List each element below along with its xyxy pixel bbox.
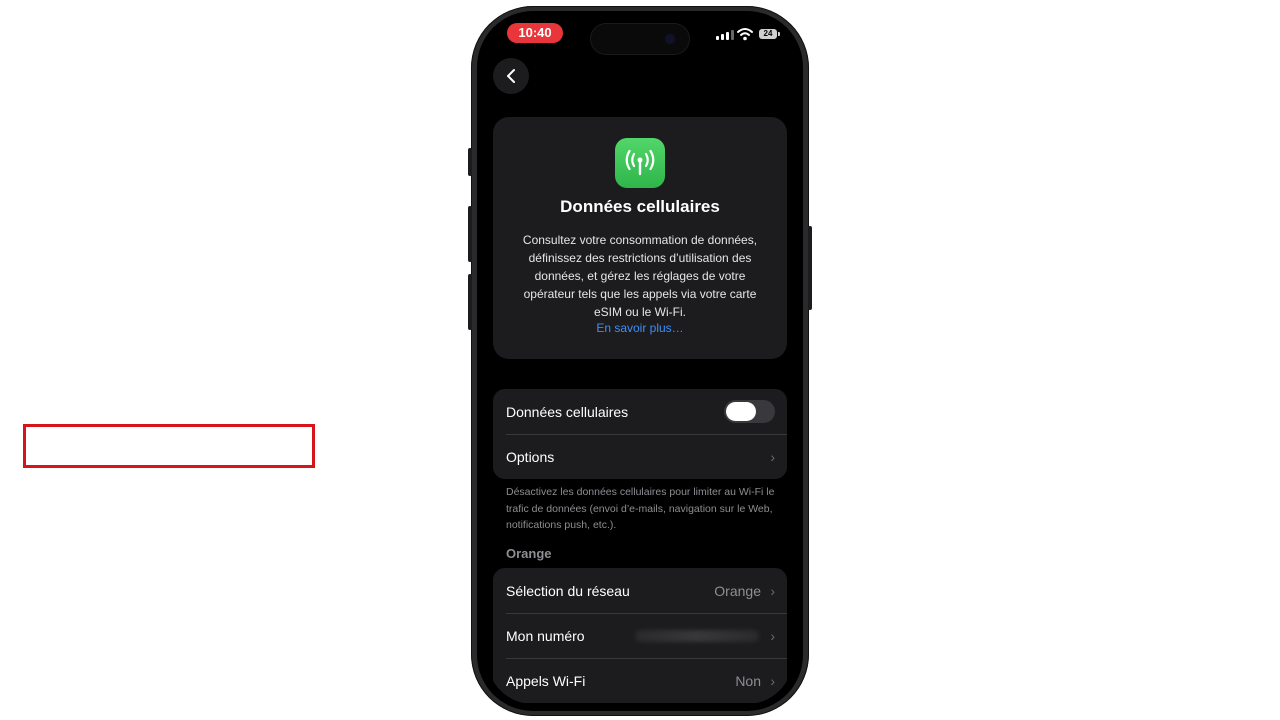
network-selection-value: Orange: [714, 582, 761, 599]
action-button: [468, 148, 472, 176]
cellular-data-label: Données cellulaires: [506, 403, 629, 420]
carrier-group: Sélection du réseau Orange › Mon numéro …: [493, 568, 787, 703]
chevron-right-icon: ›: [770, 627, 775, 644]
section-header-carrier: Orange: [506, 546, 552, 561]
battery-icon: 24: [759, 29, 780, 39]
back-button[interactable]: [493, 58, 529, 94]
signal-icon: [716, 30, 734, 40]
my-number-label: Mon numéro: [506, 627, 585, 644]
footnote-text: Désactivez les données cellulaires pour …: [506, 486, 775, 531]
cellular-data-row: Données cellulaires: [493, 389, 787, 434]
toggle-knob: [726, 402, 756, 421]
cellular-group: Données cellulaires Options ›: [493, 389, 787, 479]
wifi-calling-label: Appels Wi‑Fi: [506, 672, 586, 689]
redacted-phone-number: [635, 629, 759, 642]
status-time: 10:40: [507, 23, 563, 43]
screen: 10:40 24 Données cellulaires Consultez v…: [487, 18, 793, 704]
learn-more-link[interactable]: En savoir plus…: [493, 321, 787, 335]
description-text: Consultez votre consommation de données,…: [522, 233, 758, 319]
wifi-calling-row[interactable]: Appels Wi‑Fi Non ›: [493, 658, 787, 703]
my-number-row[interactable]: Mon numéro ›: [493, 613, 787, 658]
info-card: Données cellulaires Consultez votre cons…: [493, 117, 787, 359]
wifi-icon: [737, 28, 753, 41]
camera-icon: [665, 34, 675, 44]
volume-down-button: [468, 274, 472, 330]
chevron-right-icon: ›: [770, 448, 775, 465]
options-row[interactable]: Options ›: [493, 434, 787, 479]
options-label: Options: [506, 448, 555, 465]
antenna-icon: [615, 138, 665, 188]
page-title: Données cellulaires: [560, 197, 720, 216]
network-selection-label: Sélection du réseau: [506, 582, 630, 599]
highlight-box: [23, 424, 315, 468]
volume-up-button: [468, 206, 472, 262]
chevron-right-icon: ›: [770, 582, 775, 599]
cellular-data-toggle[interactable]: [724, 400, 775, 423]
dynamic-island: [591, 24, 689, 54]
wifi-calling-value: Non: [735, 672, 761, 689]
phone-frame: 10:40 24 Données cellulaires Consultez v…: [468, 6, 812, 716]
side-button: [808, 226, 812, 310]
chevron-right-icon: ›: [770, 672, 775, 689]
chevron-left-icon: [507, 69, 515, 83]
network-selection-row[interactable]: Sélection du réseau Orange ›: [493, 568, 787, 613]
